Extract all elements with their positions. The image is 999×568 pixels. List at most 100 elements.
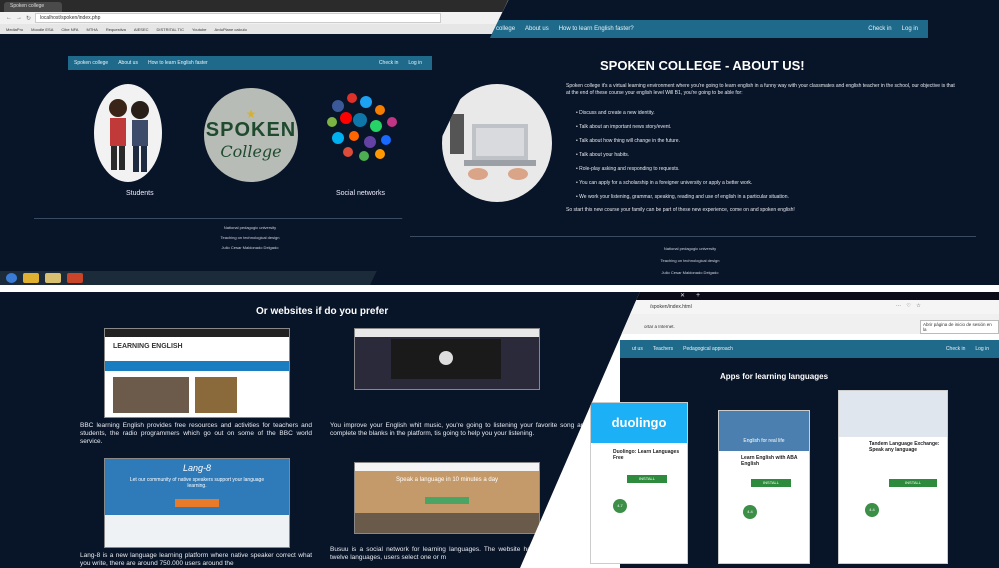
busuu-topbar	[355, 463, 539, 471]
lyrics-description: You improve your English whit music, you…	[330, 422, 588, 437]
websites-title: Or websites if do you prefer	[256, 306, 389, 317]
aba-banner: English for real life	[719, 411, 809, 451]
students-illustration	[109, 99, 149, 172]
install-button[interactable]: INSTALL	[889, 479, 937, 487]
about-bullet-item: • We work your listening, grammar, speak…	[576, 194, 789, 200]
app-card-aba[interactable]: English for real life Learn English with…	[718, 410, 810, 564]
students-image[interactable]	[94, 84, 162, 182]
browser-tabbar: Spoken college	[0, 0, 508, 12]
about-bullet-text: Discuss and create a new identity.	[579, 110, 655, 116]
nav-learn[interactable]: How to learn English faster	[148, 60, 208, 66]
bbc-search-bar	[105, 361, 289, 371]
busuu-banner: Speak a language in 10 minutes a day	[395, 477, 499, 483]
toolbar-icons[interactable]: ⋯ ♡ ☆	[896, 303, 923, 309]
nav-about[interactable]: ut us	[632, 346, 643, 352]
close-tab-icon[interactable]: ✕	[680, 292, 685, 299]
login-tooltip: Abrir página de inicio de sesión en la	[920, 320, 999, 334]
lang8-description: Lang-8 is a new language learning platfo…	[80, 552, 312, 567]
bookmark-item[interactable]: Moodle ESA	[31, 27, 53, 32]
lang8-title: Lang-8	[182, 463, 212, 473]
bookmark-item[interactable]: ArduPlane calculo	[215, 27, 247, 32]
bookmark-item[interactable]: MediaPro	[6, 27, 23, 32]
install-button[interactable]: INSTALL	[627, 475, 667, 483]
bbc-screenshot[interactable]: LEARNING ENGLISH	[104, 328, 290, 418]
logo-line1: SPOKEN	[205, 119, 297, 141]
play-icon[interactable]	[439, 351, 453, 365]
logo-line2: College	[220, 142, 282, 161]
bbc-topbar	[105, 329, 289, 337]
bookmark-item[interactable]: Cibe NFA	[61, 27, 78, 32]
footer-line-2: Teaching on technological design	[660, 258, 720, 263]
lang8-cta-button[interactable]	[175, 499, 219, 507]
new-tab-icon[interactable]: +	[696, 292, 700, 299]
address-bar[interactable]: /spoken/index.html	[650, 304, 692, 310]
import-link[interactable]: ortar a Internet.	[644, 324, 675, 329]
lang8-screenshot[interactable]: Lang-8 Let our community of native speak…	[104, 458, 290, 548]
lang8-lower	[105, 515, 289, 547]
footer-line-3: Julio Cesar Maldonado Delgado	[661, 270, 719, 275]
busuu-cta-button[interactable]	[425, 497, 469, 504]
install-button[interactable]: INSTALL	[751, 479, 791, 487]
duolingo-banner: duolingo	[591, 403, 687, 443]
about-bullet-item: • Talk about your habits.	[576, 152, 629, 158]
footer-line-1: National pedagogic university	[223, 225, 277, 230]
social-icons-cluster	[327, 93, 397, 161]
bookmark-item[interactable]: DISTRITAL TIC	[157, 27, 184, 32]
nav-checkin[interactable]: Check in	[379, 60, 398, 66]
busuu-screenshot[interactable]: Speak a language in 10 minutes a day	[354, 462, 540, 534]
forward-icon[interactable]: →	[16, 15, 22, 21]
chrome-icon[interactable]	[23, 273, 39, 283]
bookmark-item[interactable]: Requestiva	[106, 27, 126, 32]
rating-badge: 4.7	[613, 499, 627, 513]
spoken-college-logo[interactable]: ★ SPOKEN College	[204, 88, 298, 182]
about-bullet-text: Talk about your habits.	[579, 152, 630, 158]
bbc-header: LEARNING ENGLISH	[113, 343, 183, 350]
nav-about[interactable]: About us	[525, 26, 549, 32]
lyricstraining-screenshot[interactable]	[354, 328, 540, 390]
app-name: Duolingo: Learn Languages Free	[613, 449, 680, 461]
about-intro: Spoken college it's a virtual learning e…	[566, 83, 955, 96]
site-navbar: ut us Teachers Pedagogical approach Chec…	[620, 340, 999, 358]
address-bar[interactable]: localhost/spoken/index.php	[35, 13, 442, 23]
app-name: Learn English with ABA English	[741, 455, 798, 467]
back-icon[interactable]: ←	[6, 15, 12, 21]
nav-pedagogical[interactable]: Pedagogical approach	[683, 346, 733, 352]
powerpoint-icon[interactable]	[67, 273, 83, 283]
footer-line-3: Julio Cesar Maldonado Delgado	[221, 245, 279, 250]
nav-brand[interactable]: Spoken college	[74, 60, 108, 66]
bookmark-item[interactable]: MTHA	[86, 27, 97, 32]
social-caption: Social networks	[336, 190, 386, 197]
about-bullet-text: Talk about how thing will change in the …	[579, 138, 680, 144]
nav-login[interactable]: Log in	[902, 26, 918, 32]
about-title: SPOKEN COLLEGE - ABOUT US!	[600, 58, 805, 73]
site-navbar: Spoken college About us How to learn Eng…	[470, 20, 928, 38]
bookmark-item[interactable]: AIESEC	[134, 27, 149, 32]
rating-badge: 4.4	[865, 503, 879, 517]
nav-login[interactable]: Log in	[408, 60, 422, 66]
about-closing: So start this new course your family can…	[566, 207, 795, 213]
about-bullet-item: • Talk about an important news story/eve…	[576, 124, 671, 130]
nav-learn[interactable]: How to learn English faster?	[559, 26, 634, 32]
rating-badge: 4.4	[743, 505, 757, 519]
about-bullet-item: • Talk about how thing will change in th…	[576, 138, 680, 144]
students-caption: Students	[126, 190, 154, 197]
folder-icon[interactable]	[45, 273, 61, 283]
nav-checkin[interactable]: Check in	[946, 346, 965, 352]
app-card-tandem[interactable]: Tandem Language Exchange: Speak any lang…	[838, 390, 948, 564]
bookmark-item[interactable]: Youtube	[192, 27, 207, 32]
browser-tab[interactable]: Spoken college	[4, 2, 63, 12]
start-icon[interactable]	[6, 273, 17, 283]
nav-login[interactable]: Log in	[975, 346, 989, 352]
nav-about[interactable]: About us	[118, 60, 138, 66]
footer-line-2: Teaching on technological design	[220, 235, 280, 240]
bbc-photo	[113, 377, 189, 413]
app-card-duolingo[interactable]: duolingo Duolingo: Learn Languages Free …	[590, 402, 688, 564]
reload-icon[interactable]: ↻	[26, 15, 31, 22]
bbc-thumb	[195, 377, 237, 413]
tandem-banner	[839, 391, 947, 437]
site-navbar: Spoken college About us How to learn Eng…	[68, 56, 432, 70]
social-networks-image[interactable]	[318, 86, 408, 176]
nav-checkin[interactable]: Check in	[868, 26, 891, 32]
nav-teachers[interactable]: Teachers	[653, 346, 673, 352]
app-name: Tandem Language Exchange: Speak any lang…	[869, 441, 940, 453]
